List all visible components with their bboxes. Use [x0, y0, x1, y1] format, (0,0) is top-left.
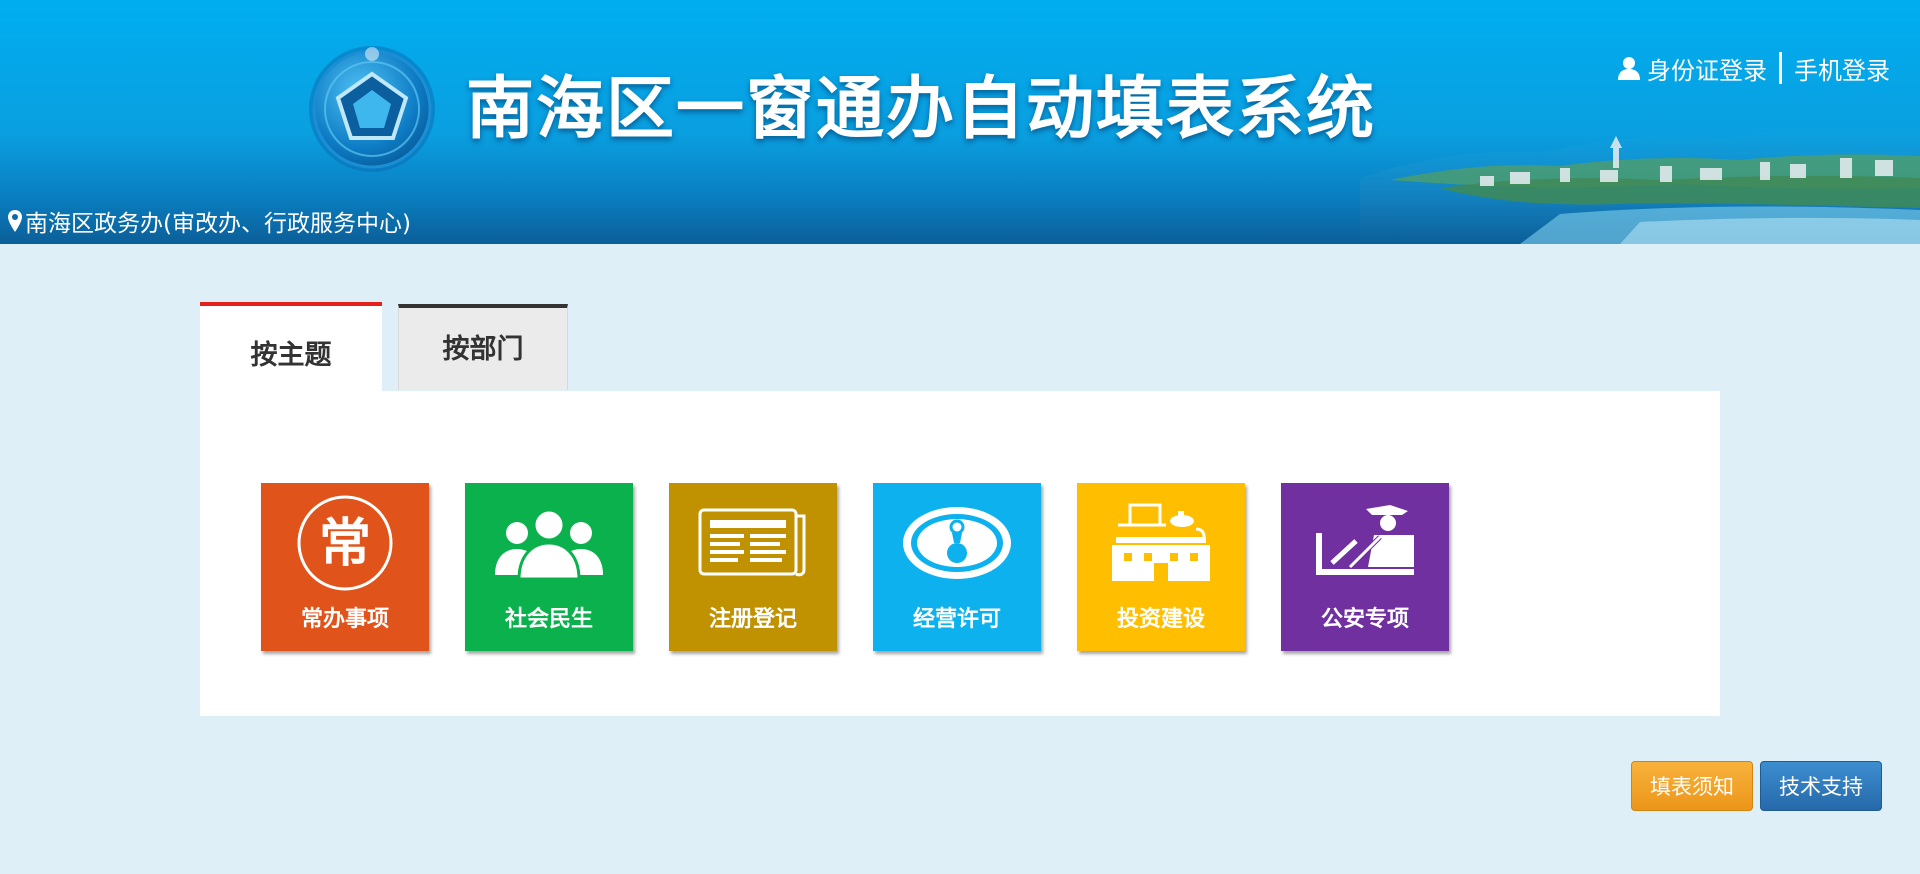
- tile-social-livelihood[interactable]: 社会民生: [465, 483, 633, 651]
- site-title: 南海区一窗通办自动填表系统: [466, 70, 1377, 149]
- chang-icon: 常: [261, 493, 429, 593]
- form-notice-button[interactable]: 填表须知: [1631, 761, 1753, 811]
- police-icon: [1281, 493, 1449, 593]
- tile-label: 投资建设: [1116, 607, 1205, 632]
- tile-panel: 常 常办事项 社会民生 注册登记 经营许可 投资建设 公安专项: [200, 391, 1720, 716]
- tile-label: 经营许可: [912, 607, 1001, 632]
- tile-business-license[interactable]: 经营许可: [873, 483, 1041, 651]
- login-links: 身份证登录 手机登录: [1617, 50, 1890, 86]
- tile-common-items[interactable]: 常 常办事项: [261, 483, 429, 651]
- tile-registration[interactable]: 注册登记: [669, 483, 837, 651]
- location-text: 南海区政务办(审改办、行政服务中心): [25, 211, 411, 237]
- id-card-login-link[interactable]: 身份证登录: [1647, 51, 1767, 86]
- map-pin-icon: [8, 210, 22, 232]
- svg-text:常: 常: [319, 514, 371, 574]
- tile-label: 公安专项: [1320, 607, 1409, 632]
- divider: [1779, 52, 1782, 84]
- people-icon: [465, 493, 633, 593]
- tab-by-department[interactable]: 按部门: [398, 304, 568, 390]
- user-icon: [1618, 57, 1640, 80]
- phone-login-link[interactable]: 手机登录: [1794, 51, 1890, 86]
- tile-public-security[interactable]: 公安专项: [1281, 483, 1449, 651]
- tab-by-theme[interactable]: 按主题: [200, 302, 382, 392]
- tile-label: 社会民生: [504, 607, 593, 632]
- location-label: 南海区政务办(审改办、行政服务中心): [8, 206, 411, 237]
- tech-support-button[interactable]: 技术支持: [1760, 761, 1882, 811]
- license-icon: [873, 493, 1041, 593]
- header-banner: 南海区一窗通办自动填表系统 身份证登录 手机登录 南海区政务办(审改办、行政服务…: [0, 0, 1920, 244]
- tile-label: 常办事项: [300, 607, 389, 632]
- newspaper-icon: [669, 493, 837, 593]
- logo-emblem-icon: [305, 42, 439, 176]
- building-icon: [1077, 493, 1245, 593]
- tile-label: 注册登记: [708, 607, 797, 632]
- city-scenery-image: [1360, 126, 1920, 244]
- tile-investment-construction[interactable]: 投资建设: [1077, 483, 1245, 651]
